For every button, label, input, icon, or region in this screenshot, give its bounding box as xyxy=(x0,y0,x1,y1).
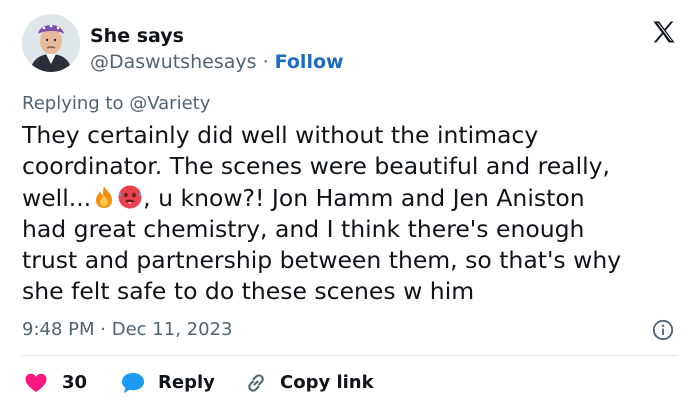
reply-label: Reply xyxy=(158,372,215,393)
tweet-line: she felt safe to do these scenes w him xyxy=(22,277,475,306)
tweet-line: had great chemistry, and I think there's… xyxy=(22,214,585,243)
avatar[interactable] xyxy=(22,14,80,72)
tweet-line: They certainly did well without the inti… xyxy=(22,121,539,149)
like-count: 30 xyxy=(62,372,88,393)
tweet-line: trust and partnership between them, so t… xyxy=(22,246,622,275)
hot-face-emoji xyxy=(118,185,142,209)
copy-link-label: Copy link xyxy=(280,372,374,393)
divider xyxy=(22,355,678,356)
reply-bubble-icon xyxy=(122,373,144,393)
timestamp-separator: · xyxy=(100,319,106,340)
copy-link-button[interactable]: Copy link xyxy=(244,368,374,398)
tweet-text: They certainly did well without the inti… xyxy=(22,120,682,308)
handle-row: @Daswutshesays · Follow xyxy=(90,50,344,74)
info-icon[interactable] xyxy=(652,319,674,341)
link-icon xyxy=(248,374,264,392)
heart-icon xyxy=(25,373,47,392)
handle-separator: · xyxy=(262,51,269,73)
x-logo-icon[interactable] xyxy=(650,18,678,46)
avatar-image xyxy=(22,14,80,72)
reply-button[interactable]: Reply xyxy=(120,368,215,398)
replying-prefix: Replying to xyxy=(22,93,124,114)
tweet-date: Dec 11, 2023 xyxy=(111,319,233,340)
user-handle[interactable]: @Daswutshesays xyxy=(90,51,257,73)
tweet-timestamp[interactable]: 9:48 PM · Dec 11, 2023 xyxy=(22,318,232,342)
tweet-line-end: , u know?! Jon Hamm and Jen Aniston xyxy=(143,183,585,212)
tweet-line: coordinator. The scenes were beautiful a… xyxy=(22,152,611,181)
fire-emoji xyxy=(96,185,113,208)
tweet-time: 9:48 PM xyxy=(22,319,95,340)
tweet-header: She says @Daswutshesays · Follow xyxy=(22,14,682,84)
reply-context: Replying to @Variety xyxy=(22,92,210,116)
tweet-line-start: well... xyxy=(22,183,92,212)
follow-button[interactable]: Follow xyxy=(275,51,344,73)
like-button[interactable]: 30 xyxy=(24,368,87,398)
display-name[interactable]: She says xyxy=(90,25,184,47)
reply-mention-link[interactable]: @Variety xyxy=(129,93,210,114)
tweet-line-with-emoji: well... , u know?! Jon Hamm and Jen Anis… xyxy=(22,183,682,214)
